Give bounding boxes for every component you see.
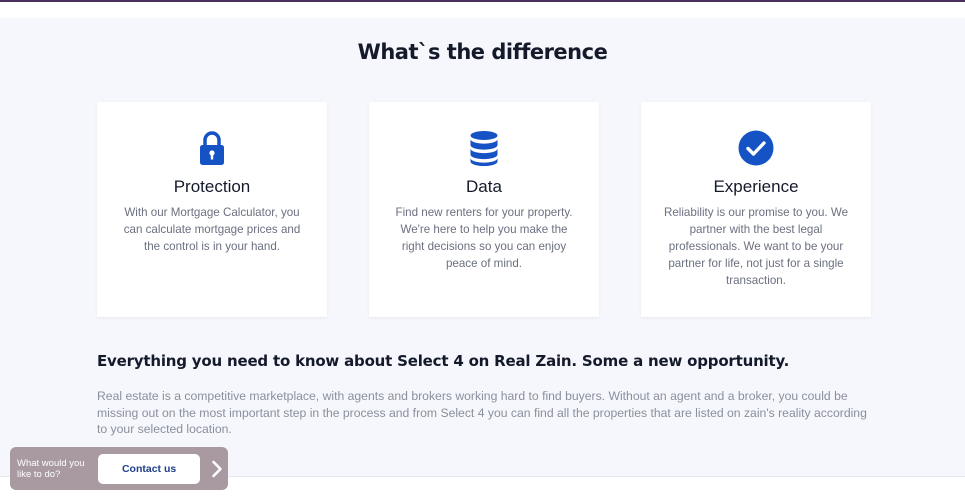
section-title: What`s the difference [357, 40, 608, 64]
database-icon [369, 128, 599, 168]
card-protection: Protection With our Mortgage Calculator,… [97, 102, 327, 317]
contact-us-button[interactable]: Contact us [97, 453, 201, 484]
lock-icon [97, 128, 327, 168]
card-text: With our Mortgage Calculator, you can ca… [123, 206, 301, 253]
top-bar [0, 0, 965, 18]
card-title: Protection [173, 177, 251, 196]
card-experience: Experience Reliability is our promise to… [641, 102, 871, 317]
check-circle-icon [641, 128, 871, 168]
card-title: Experience [713, 177, 799, 196]
widget-question: What would you like to do? [17, 457, 85, 480]
faq-text: Real estate is a competitive marketplace… [97, 389, 867, 436]
faq-heading: Everything you need to know about Select… [97, 352, 790, 370]
card-data: Data Find new renters for your property.… [369, 102, 599, 317]
card-text: Reliability is our promise to you. We pa… [663, 206, 849, 287]
chevron-right-icon[interactable] [206, 454, 228, 484]
card-text: Find new renters for your property. We'r… [395, 206, 573, 270]
card-title: Data [466, 177, 502, 196]
contact-widget: What would you like to do? Contact us [10, 447, 228, 490]
